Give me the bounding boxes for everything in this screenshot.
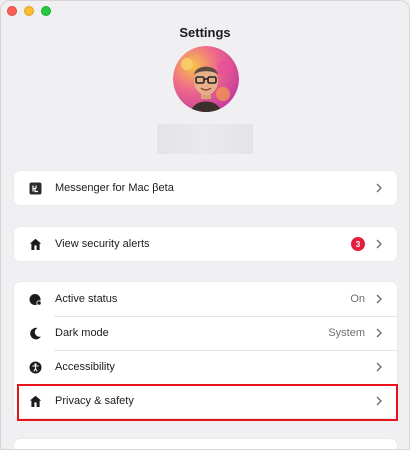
- chevron-right-icon: [376, 328, 382, 338]
- active-status-row[interactable]: Active status On: [14, 282, 397, 316]
- mac-app-icon: [28, 181, 42, 195]
- view-security-alerts-row[interactable]: View security alerts 3: [14, 227, 397, 261]
- security-card: View security alerts 3: [14, 227, 397, 261]
- moon-icon: [28, 326, 42, 340]
- chevron-right-icon: [376, 396, 382, 406]
- page-title: Settings: [179, 25, 231, 40]
- view-security-alerts-label: View security alerts: [55, 238, 150, 250]
- settings-list-card: Active status On Dark mode System Access…: [14, 282, 397, 418]
- close-window-button[interactable]: [7, 6, 17, 16]
- window-controls: [7, 6, 51, 16]
- chevron-right-icon: [376, 362, 382, 372]
- active-status-value: On: [350, 293, 365, 305]
- home-shield-icon: [28, 237, 42, 251]
- privacy-safety-label: Privacy & safety: [55, 395, 134, 407]
- accessibility-icon: [28, 360, 42, 374]
- chevron-right-icon: [376, 294, 382, 304]
- accessibility-row[interactable]: Accessibility: [14, 350, 397, 384]
- minimize-window-button[interactable]: [24, 6, 34, 16]
- active-status-label: Active status: [55, 293, 118, 305]
- settings-window: Settings Messenger for Mac βeta View sec…: [0, 0, 410, 450]
- next-settings-card: [14, 439, 397, 449]
- memoji-avatar-icon: [173, 46, 239, 112]
- zoom-window-button[interactable]: [41, 6, 51, 16]
- dark-mode-row[interactable]: Dark mode System: [14, 316, 397, 350]
- privacy-safety-row[interactable]: Privacy & safety: [14, 384, 397, 418]
- home-shield-icon: [28, 394, 42, 408]
- messenger-for-mac-label: Messenger for Mac βeta: [55, 182, 174, 194]
- dark-mode-value: System: [328, 327, 365, 339]
- chevron-right-icon: [376, 239, 382, 249]
- active-status-icon: [28, 292, 42, 306]
- accessibility-label: Accessibility: [55, 361, 115, 373]
- dark-mode-label: Dark mode: [55, 327, 109, 339]
- messenger-card: Messenger for Mac βeta: [14, 171, 397, 205]
- messenger-for-mac-row[interactable]: Messenger for Mac βeta: [14, 171, 397, 205]
- alert-count-badge: 3: [351, 237, 365, 251]
- chevron-right-icon: [376, 183, 382, 193]
- profile-name-redacted: [157, 124, 253, 154]
- avatar[interactable]: [173, 46, 239, 112]
